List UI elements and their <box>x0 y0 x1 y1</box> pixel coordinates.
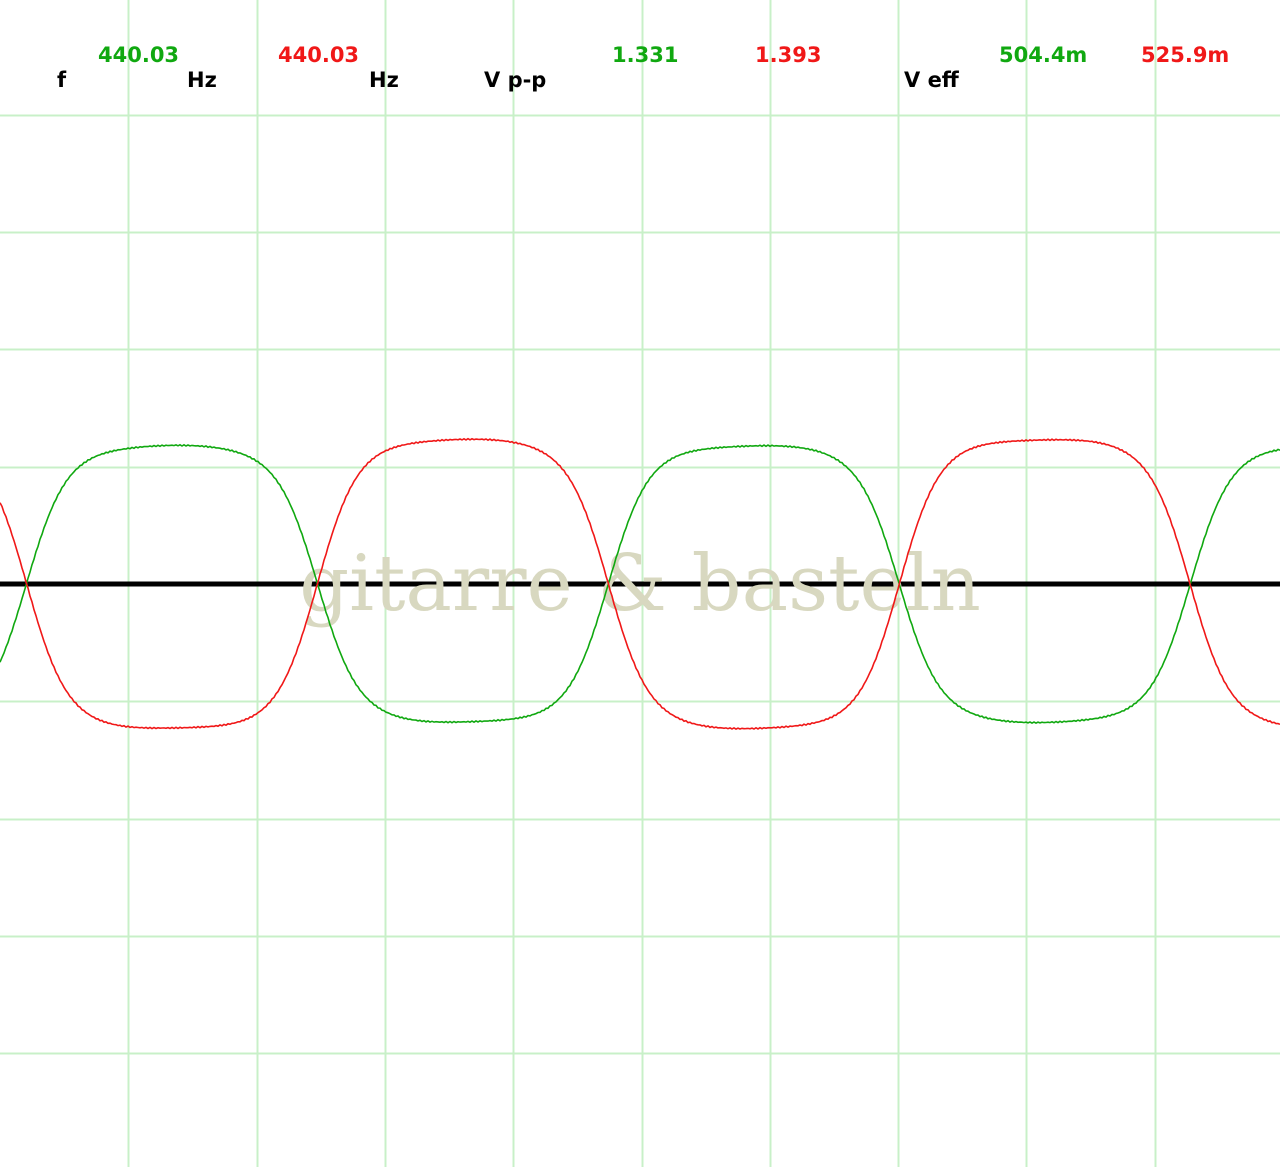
frequency-label: f <box>57 68 67 92</box>
oscilloscope-screen: gitarre & basteln <box>0 0 1280 1167</box>
vpp-ch1-value: 1.331 <box>612 43 679 67</box>
frequency-unit-1: Hz <box>187 68 217 92</box>
veff-label: V eff <box>904 68 959 92</box>
frequency-ch1-value: 440.03 <box>98 43 180 67</box>
vpp-ch2-value: 1.393 <box>755 43 822 67</box>
frequency-unit-2: Hz <box>369 68 399 92</box>
frequency-ch2-value: 440.03 <box>278 43 360 67</box>
vpp-label: V p-p <box>484 68 547 92</box>
veff-ch2-value: 525.9m <box>1141 43 1230 67</box>
veff-ch1-value: 504.4m <box>999 43 1088 67</box>
watermark: gitarre & basteln <box>299 539 981 629</box>
